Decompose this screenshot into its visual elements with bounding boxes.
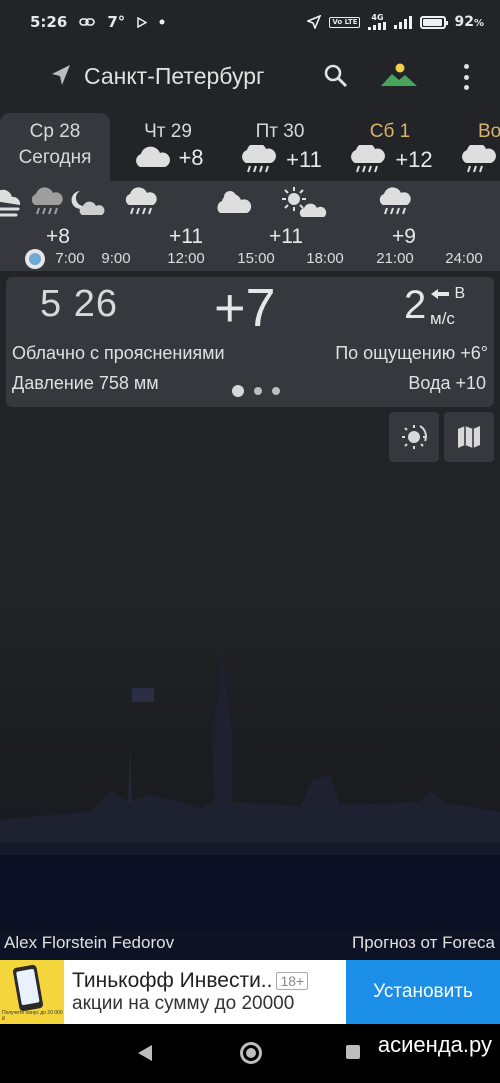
feels-like: По ощущению +6° [335,343,488,363]
battery-percent: 92% [454,14,484,30]
back-icon[interactable] [136,1044,154,1062]
fog-icon [0,189,21,217]
sun-moon-icon [402,425,427,449]
city-name[interactable]: Санкт-Петербург [84,63,264,90]
wind-direction: В [430,285,465,303]
day-temp: +11 [286,147,322,172]
condition: Облачно с прояснениями [12,343,225,363]
play-icon [137,16,148,28]
current-time: 5 26 [40,283,118,325]
hourly-time: 7:00 [55,250,85,267]
link-icon [79,17,96,27]
landscape-icon[interactable] [380,62,418,90]
network-icon: 4G [368,13,387,30]
home-icon[interactable] [240,1042,262,1064]
current-temp: +7 [214,278,276,338]
day-name: Ср 28 [29,121,81,142]
navigation-arrow-icon[interactable] [46,61,76,91]
hourly-time: 15:00 [237,250,275,267]
day-temp: +8 [178,145,204,170]
rain-cloud-icon [31,187,63,215]
recents-icon[interactable] [346,1045,360,1059]
tab-day-1[interactable]: Чт 29 +8 [118,113,218,181]
signal-icon [394,15,413,29]
moon-cloud-icon [71,191,105,215]
current-weather-card[interactable]: 5 26 +7 2 В м/с Облачно с прояснениями П… [6,277,494,407]
search-icon[interactable] [322,62,350,90]
rain-cloud-icon [462,145,496,173]
pressure: Давление 758 мм [12,373,159,393]
hourly-temp: +8 [46,225,70,248]
rain-cloud-icon [351,145,386,173]
ad-banner[interactable]: Получите бонус до 20 000 ₽ Тинькофф Инве… [0,960,500,1024]
install-button[interactable]: Установить [346,960,500,1024]
tab-day-4[interactable]: Во [452,113,500,181]
wind-speed: 2 [404,283,427,327]
status-bar: 5:26 7° Vo LTE 4G 92% [0,0,500,44]
ad-title: Тинькофф Инвести.. [72,969,273,992]
photo-credit[interactable]: Alex Florstein Fedorov [4,933,174,953]
more-vert-icon[interactable] [456,64,476,90]
day-name: Во [478,121,500,142]
hourly-time: 9:00 [101,250,131,267]
hourly-temp: +11 [268,225,304,248]
sun-cloud-icon [282,187,327,217]
network-label: 4G [371,13,384,22]
day-sub: Сегодня [18,147,92,168]
wind-arrow-icon [431,288,449,299]
cloud-icon [136,146,171,167]
tab-day-2[interactable]: Пт 30 +11 [230,113,330,181]
ad-description: акции на сумму до 20000 [72,993,295,1014]
wind-unit: м/с [430,309,455,328]
ad-image: Получите бонус до 20 000 ₽ [0,960,64,1024]
tab-day-3[interactable]: Сб 1 +12 [340,113,440,181]
ad-image-caption: Получите бонус до 20 000 ₽ [2,1010,63,1022]
day-temp: +12 [395,147,433,172]
volte-icon: Vo LTE [329,16,361,28]
tab-day-0[interactable]: Ср 28 Сегодня [0,113,110,181]
hourly-time: 24:00 [445,250,483,267]
hourly-forecast[interactable]: +8 +11 +11 +9 7:00 9:00 12:00 15:00 18:0… [0,181,500,271]
day-name: Пт 30 [255,121,305,142]
water-temp: Вода +10 [408,373,486,393]
current-time-marker [25,249,45,269]
rain-cloud-icon [242,145,277,173]
status-time: 5:26 [30,13,68,31]
age-rating: 18+ [276,972,309,990]
notification-dot-icon [159,19,165,25]
location-icon [307,15,322,29]
hourly-time: 18:00 [306,250,344,267]
map-button[interactable] [444,412,494,462]
hourly-time: 12:00 [167,250,205,267]
watermark: асиенда.ру [377,1032,492,1057]
app-bar: Санкт-Петербург [0,50,500,102]
hourly-temp: +9 [392,225,416,248]
day-name: Сб 1 [369,121,411,142]
day-name: Чт 29 [144,121,192,142]
page-indicator [232,385,280,397]
partly-cloudy-icon [217,191,252,213]
map-icon [458,426,480,448]
forecast-credit[interactable]: Прогноз от Foreca [352,933,495,953]
rain-cloud-icon [379,187,411,215]
status-temp: 7° [107,13,126,31]
rain-cloud-icon [125,187,157,215]
hourly-temp: +11 [168,225,204,248]
day-tabs: Ср 28 Сегодня Чт 29 +8 Пт 30 +11 Сб 1 +1… [0,113,500,181]
battery-icon [420,15,449,29]
sun-moon-button[interactable] [389,412,439,462]
city-photo [0,610,500,930]
hourly-time: 21:00 [376,250,414,267]
